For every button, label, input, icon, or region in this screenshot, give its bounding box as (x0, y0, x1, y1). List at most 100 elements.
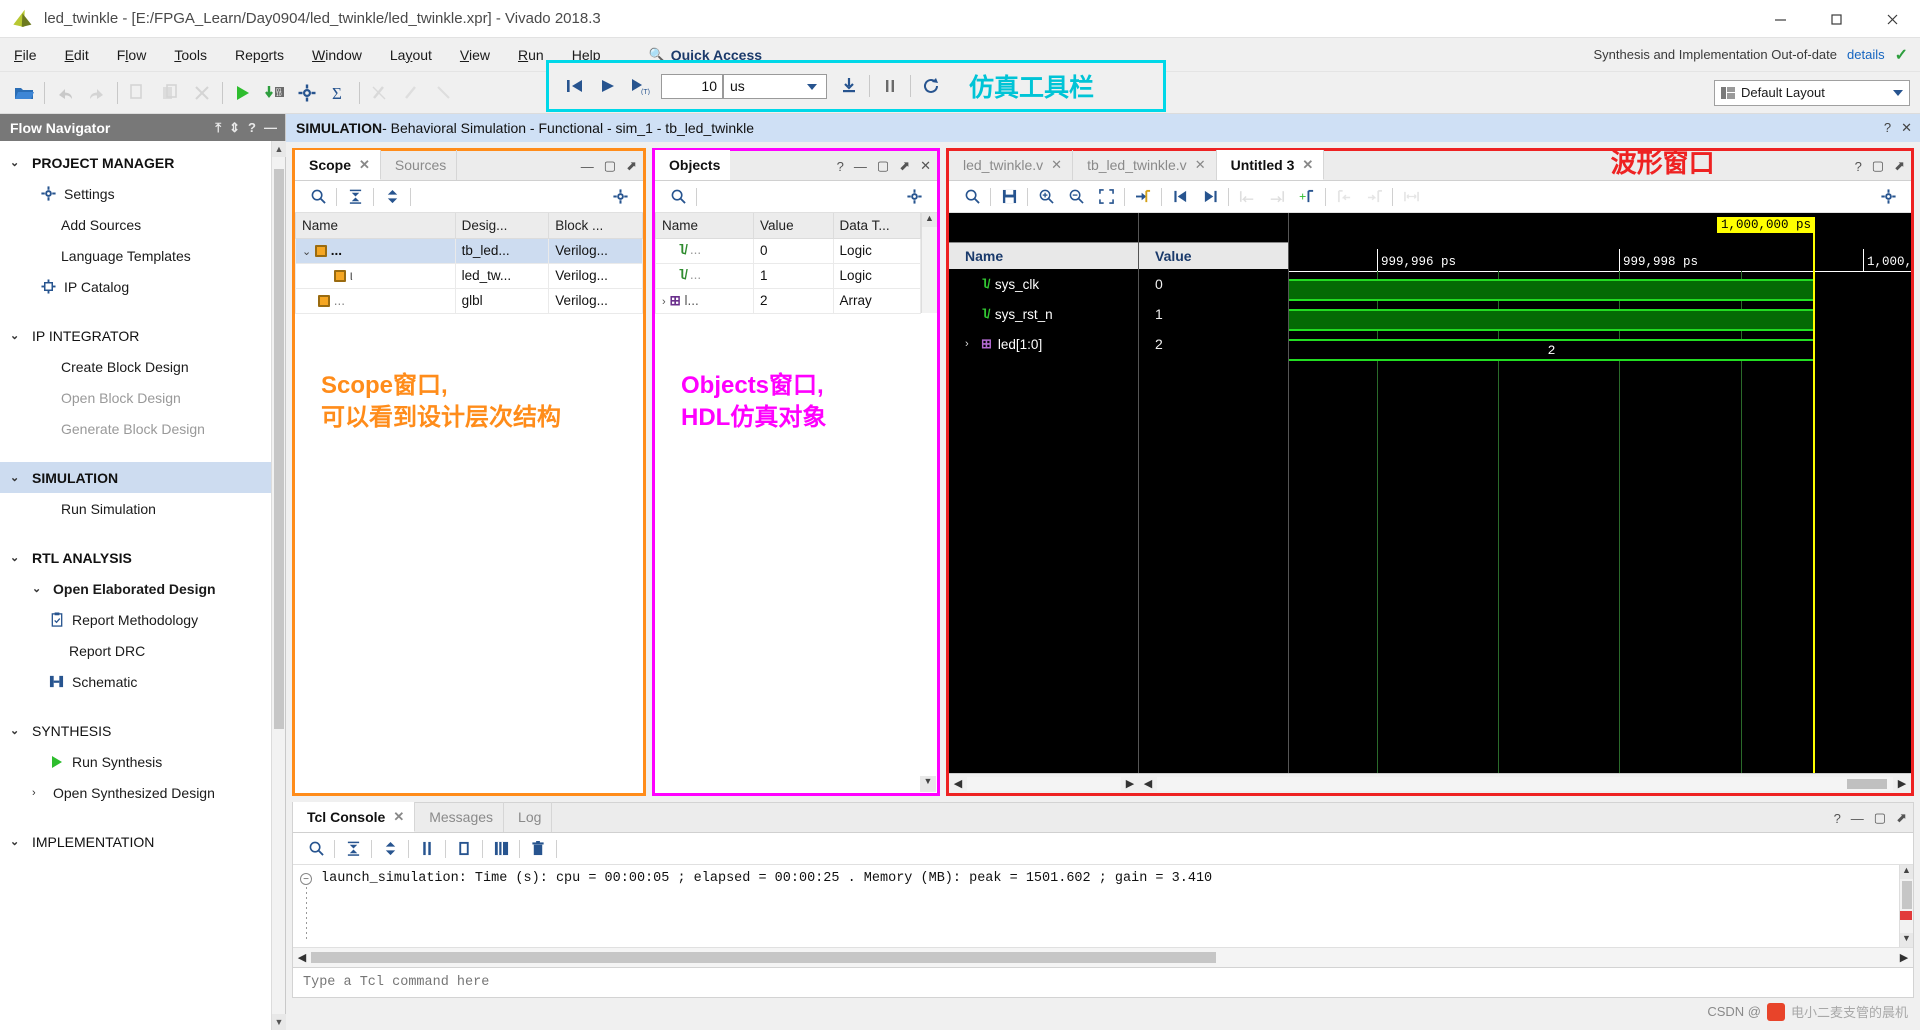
waveform-signal-row[interactable]: l̸ sys_rst_n (949, 299, 1138, 329)
sidebar-item-generate-block-design[interactable]: Generate Block Design (0, 413, 285, 444)
paste-icon[interactable] (154, 78, 186, 108)
help-icon[interactable]: ? (837, 159, 844, 174)
zoom-in-icon[interactable] (1031, 184, 1061, 210)
measure-distance-icon[interactable] (1396, 184, 1426, 210)
scroll-left-icon[interactable]: ◀ (949, 777, 967, 791)
zoom-fit-icon[interactable] (1091, 184, 1121, 210)
table-row[interactable]: ι led_tw... Verilog... (296, 263, 643, 288)
copy-icon[interactable] (122, 78, 154, 108)
sidebar-item-settings[interactable]: Settings (0, 178, 285, 209)
waveform-signal-row[interactable]: › ⊞ led[1:0] (949, 329, 1138, 359)
close-icon[interactable]: ✕ (1901, 120, 1912, 136)
tcl-command-input[interactable]: Type a Tcl command here (293, 967, 1913, 997)
menu-view[interactable]: View (446, 43, 504, 67)
menu-flow[interactable]: Flow (103, 43, 161, 67)
simulation-time-input[interactable] (661, 74, 723, 99)
tab-tcl-console[interactable]: Tcl Console ✕ (293, 802, 415, 832)
chevron-right-icon[interactable]: › (662, 296, 666, 308)
float-icon[interactable]: ⬈ (1894, 158, 1905, 174)
next-transition-icon[interactable] (1195, 184, 1225, 210)
help-icon[interactable]: ? (248, 120, 256, 135)
sidebar-group-implementation[interactable]: ⌄ IMPLEMENTATION (0, 826, 285, 857)
simulation-unit-select[interactable]: us (723, 74, 827, 99)
chevron-right-icon[interactable]: › (965, 338, 975, 350)
copy-output-icon[interactable] (449, 836, 479, 862)
sidebar-group-project-manager[interactable]: ⌄ PROJECT MANAGER (0, 147, 285, 178)
save-icon[interactable] (994, 184, 1024, 210)
scroll-thumb[interactable] (274, 169, 284, 729)
sidebar-item-schematic[interactable]: Schematic (0, 666, 285, 697)
sidebar-group-simulation[interactable]: ⌄ SIMULATION (0, 462, 285, 493)
float-icon[interactable]: ⬈ (1896, 810, 1907, 826)
close-icon[interactable]: ✕ (393, 809, 404, 825)
relaunch-simulation-icon[interactable] (915, 71, 947, 101)
help-icon[interactable]: ? (1834, 811, 1841, 826)
scroll-thumb[interactable] (1847, 779, 1887, 789)
waveform-settings-gear-icon[interactable] (1873, 184, 1903, 210)
sidebar-item-open-block-design[interactable]: Open Block Design (0, 382, 285, 413)
float-icon[interactable]: ⬈ (626, 158, 637, 174)
sidebar-item-language-templates[interactable]: Language Templates (0, 240, 285, 271)
menu-edit[interactable]: Edit (51, 43, 103, 67)
search-icon[interactable] (957, 184, 987, 210)
run-for-time-icon[interactable]: (T) (623, 71, 655, 101)
waveform-signal-row[interactable]: l̸ sys_clk (949, 269, 1138, 299)
scroll-down-icon[interactable]: ▼ (272, 1014, 286, 1030)
sidebar-group-synthesis[interactable]: ⌄ SYNTHESIS (0, 715, 285, 746)
next-marker-icon[interactable] (1262, 184, 1292, 210)
sigma-icon[interactable]: Σ (323, 78, 355, 108)
zoom-out-icon[interactable] (1061, 184, 1091, 210)
flow-navigator-scrollbar[interactable]: ▲ ▼ (271, 141, 285, 1030)
scroll-down-icon[interactable]: ▼ (920, 776, 936, 792)
close-icon[interactable]: ✕ (1051, 157, 1062, 173)
expand-all-icon[interactable] (377, 184, 407, 210)
tab-tb-led-twinkle-v[interactable]: tb_led_twinkle.v ✕ (1073, 150, 1217, 180)
tab-messages[interactable]: Messages (415, 802, 504, 832)
previous-marker-icon[interactable] (1232, 184, 1262, 210)
search-icon[interactable] (303, 184, 333, 210)
tab-objects[interactable]: Objects (655, 150, 730, 180)
tcl-vertical-scrollbar[interactable]: ▲ ▼ (1899, 865, 1913, 947)
sidebar-item-open-synthesized-design[interactable]: › Open Synthesized Design (0, 777, 285, 808)
close-icon[interactable]: ✕ (1302, 157, 1313, 173)
sidebar-item-report-drc[interactable]: Report DRC (0, 635, 285, 666)
marker-icon-1[interactable] (364, 78, 396, 108)
objects-vertical-scrollbar[interactable]: ▲ (921, 213, 937, 313)
tab-led-twinkle-v[interactable]: led_twinkle.v ✕ (949, 150, 1073, 180)
previous-marker-jump-icon[interactable] (1329, 184, 1359, 210)
redo-icon[interactable] (81, 78, 113, 108)
menu-reports[interactable]: Reports (221, 43, 298, 67)
collapse-all-icon[interactable] (340, 184, 370, 210)
marker-icon-3[interactable] (428, 78, 460, 108)
scroll-right-icon[interactable]: ▶ (1895, 951, 1913, 964)
scroll-up-icon[interactable]: ▲ (1900, 865, 1913, 879)
download-bitstream-icon[interactable]: 0110 (259, 78, 291, 108)
previous-transition-icon[interactable] (1165, 184, 1195, 210)
minimize-icon[interactable]: — (581, 159, 594, 174)
minimize-button[interactable] (1752, 0, 1808, 38)
col-datatype[interactable]: Data T... (833, 213, 920, 238)
sidebar-group-rtl-analysis[interactable]: ⌄ RTL ANALYSIS (0, 542, 285, 573)
table-row[interactable]: ... glbl Verilog... (296, 288, 643, 313)
close-button[interactable] (1864, 0, 1920, 38)
run-icon[interactable] (227, 78, 259, 108)
menu-file[interactable]: File (0, 43, 51, 67)
close-icon[interactable]: ✕ (1195, 157, 1206, 173)
sidebar-item-open-elaborated-design[interactable]: ⌄ Open Elaborated Design (0, 573, 285, 604)
scroll-right-icon[interactable]: ▶ (1893, 777, 1911, 791)
waveform-hscroll-track[interactable] (1157, 777, 1893, 791)
scroll-up-icon[interactable]: ▲ (922, 213, 937, 227)
sidebar-group-ip-integrator[interactable]: ⌄ IP INTEGRATOR (0, 320, 285, 351)
search-icon[interactable] (663, 184, 693, 210)
tcl-horizontal-scrollbar[interactable]: ◀ ▶ (293, 947, 1913, 967)
undo-icon[interactable] (49, 78, 81, 108)
search-icon[interactable] (301, 836, 331, 862)
maximize-icon[interactable]: ▢ (1872, 158, 1884, 174)
add-marker-icon[interactable]: + (1292, 184, 1322, 210)
col-block[interactable]: Block ... (549, 213, 643, 238)
collapse-marker-icon[interactable]: − (300, 873, 312, 885)
waveform-canvas[interactable]: 1,000,000 ps 999,996 ps 999,998 ps 1,000… (1289, 213, 1911, 773)
sidebar-item-create-block-design[interactable]: Create Block Design (0, 351, 285, 382)
minimize-icon[interactable]: — (1851, 811, 1864, 826)
minimize-icon[interactable]: — (854, 159, 867, 174)
